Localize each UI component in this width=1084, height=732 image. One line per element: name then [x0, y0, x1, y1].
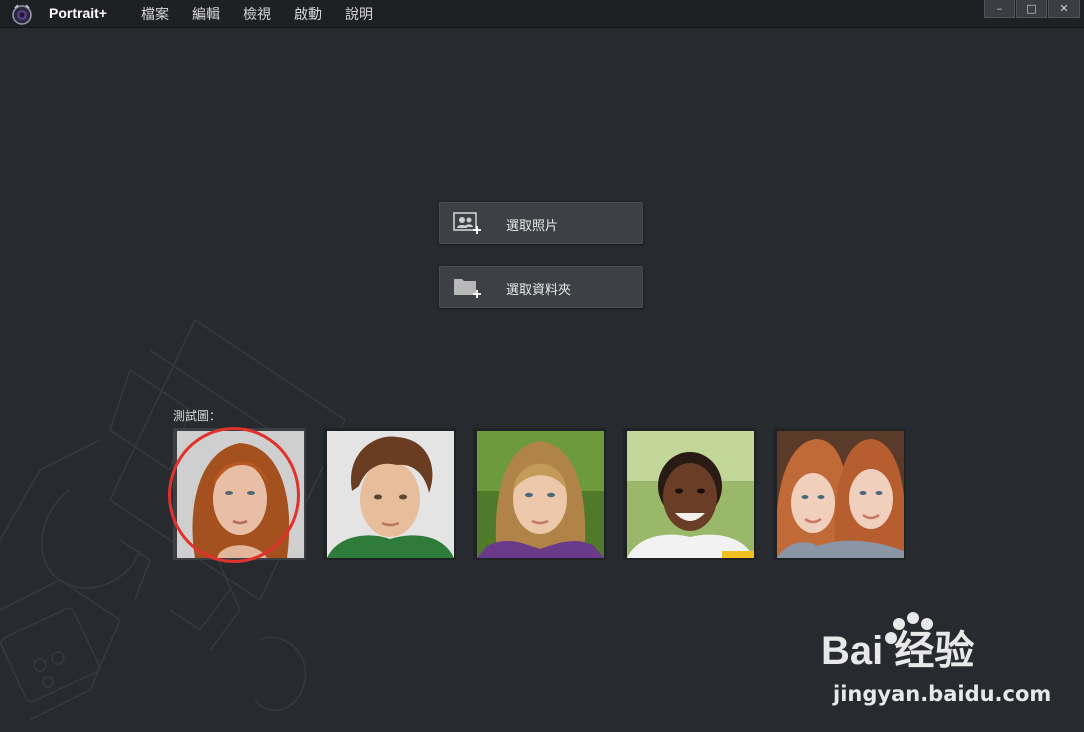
test-image-boy[interactable] — [323, 428, 456, 560]
menu-file[interactable]: 檔案 — [141, 4, 169, 24]
watermark-url: jingyan.baidu.com — [833, 682, 1052, 706]
portrait-boy-image — [327, 431, 454, 558]
close-icon: ✕ — [1059, 2, 1069, 15]
portrait-twin-girls-image — [777, 431, 904, 558]
selection-ring — [168, 427, 300, 563]
app-logo-icon — [12, 4, 32, 25]
menu-edit[interactable]: 編輯 — [192, 4, 220, 24]
select-folder-button[interactable]: 選取資料夾 — [439, 266, 643, 308]
title-bar: Portrait+ 檔案 編輯 檢視 啟動 說明 – □ ✕ — [0, 0, 1084, 28]
minimize-icon: – — [996, 2, 1003, 15]
minimize-button[interactable]: – — [984, 0, 1015, 18]
menu-help[interactable]: 說明 — [345, 4, 373, 24]
test-image-girl-smiling[interactable] — [623, 428, 756, 560]
test-images-label: 測試圖： — [173, 409, 222, 423]
test-image-girl-blonde[interactable] — [473, 428, 606, 560]
select-photo-label: 選取照片 — [506, 219, 559, 234]
portrait-girl-smiling-image — [627, 431, 754, 558]
test-image-woman[interactable] — [168, 427, 306, 563]
close-button[interactable]: ✕ — [1048, 0, 1080, 18]
menu-view[interactable]: 檢視 — [243, 4, 271, 24]
select-folder-label: 選取資料夾 — [506, 283, 572, 298]
portrait-girl-blonde-image — [477, 431, 604, 558]
app-name: Portrait+ — [49, 5, 107, 21]
maximize-button[interactable]: □ — [1016, 0, 1047, 18]
test-image-twin-girls[interactable] — [773, 428, 906, 560]
select-photo-button[interactable]: 選取照片 — [439, 202, 643, 244]
window-controls: – □ ✕ — [983, 0, 1080, 18]
menu-activate[interactable]: 啟動 — [294, 4, 322, 24]
add-photo-icon — [453, 212, 481, 234]
add-folder-icon — [454, 279, 481, 298]
maximize-icon: □ — [1026, 2, 1037, 15]
menu-bar: 檔案 編輯 檢視 啟動 說明 — [141, 4, 396, 24]
watermark-brand: Bai 经验 — [821, 629, 974, 673]
